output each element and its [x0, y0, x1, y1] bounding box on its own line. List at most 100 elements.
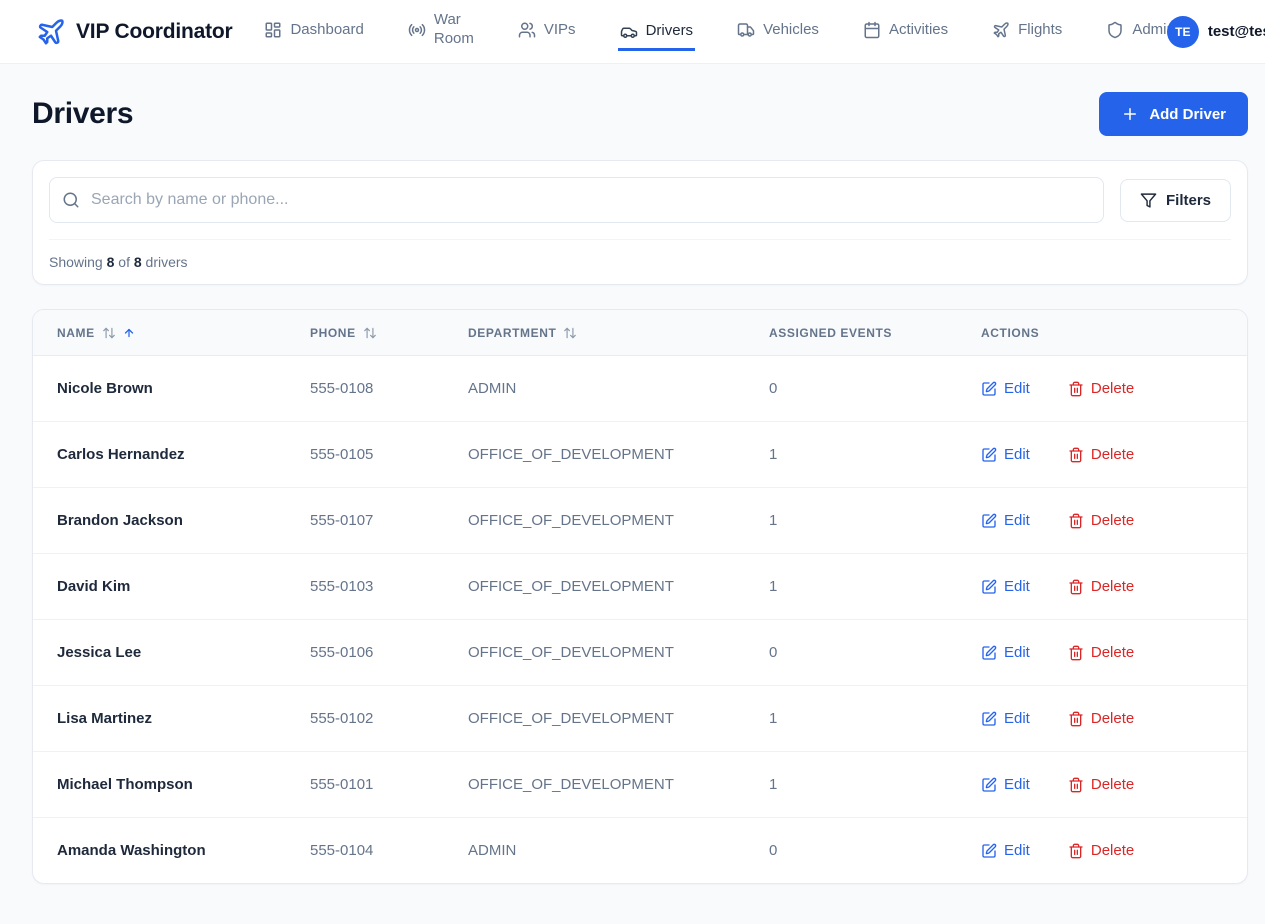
nav-item-drivers[interactable]: Drivers — [618, 12, 696, 51]
table-header-row: NAME PHONE — [33, 310, 1247, 356]
driver-assigned-events: 0 — [753, 620, 965, 686]
delete-button[interactable]: Delete — [1068, 644, 1134, 661]
row-actions: Edit Delete — [981, 578, 1231, 595]
trash-icon — [1068, 645, 1084, 661]
edit-button[interactable]: Edit — [981, 644, 1030, 661]
calendar-icon — [863, 21, 881, 39]
table-row: Lisa Martinez 555-0102 OFFICE_OF_DEVELOP… — [33, 686, 1247, 752]
driver-phone: 555-0103 — [294, 554, 452, 620]
driver-assigned-events: 1 — [753, 686, 965, 752]
delete-button[interactable]: Delete — [1068, 842, 1134, 859]
shield-icon — [1106, 21, 1124, 39]
plus-icon — [1121, 105, 1139, 123]
filters-label: Filters — [1166, 192, 1211, 209]
driver-phone: 555-0104 — [294, 818, 452, 884]
user-email: test@test.com — [1208, 23, 1265, 40]
brand: VIP Coordinator — [36, 17, 232, 47]
row-actions: Edit Delete — [981, 644, 1231, 661]
table-row: Brandon Jackson 555-0107 OFFICE_OF_DEVEL… — [33, 488, 1247, 554]
driver-phone: 555-0101 — [294, 752, 452, 818]
drivers-table-card: NAME PHONE — [32, 309, 1248, 884]
nav-item-war-room[interactable]: War Room — [406, 1, 476, 62]
row-actions: Edit Delete — [981, 842, 1231, 859]
edit-button[interactable]: Edit — [981, 578, 1030, 595]
edit-button[interactable]: Edit — [981, 380, 1030, 397]
nav-label: VIPs — [544, 21, 576, 40]
nav-item-vips[interactable]: VIPs — [516, 11, 578, 53]
add-driver-button[interactable]: Add Driver — [1099, 92, 1248, 136]
row-actions: Edit Delete — [981, 380, 1231, 397]
drivers-table: NAME PHONE — [33, 310, 1247, 883]
top-navigation-bar: VIP Coordinator Dashboard War Room VIPs … — [0, 0, 1265, 64]
delete-button[interactable]: Delete — [1068, 578, 1134, 595]
shown-count: 8 — [107, 254, 115, 270]
driver-assigned-events: 1 — [753, 554, 965, 620]
nav-item-flights[interactable]: Flights — [990, 11, 1064, 53]
driver-department: OFFICE_OF_DEVELOPMENT — [452, 488, 753, 554]
edit-button[interactable]: Edit — [981, 446, 1030, 463]
driver-name: Jessica Lee — [33, 620, 294, 686]
summary-text: Showing — [49, 254, 103, 270]
user-menu[interactable]: TE test@test.com — [1167, 16, 1265, 48]
delete-button[interactable]: Delete — [1068, 512, 1134, 529]
main-nav: Dashboard War Room VIPs Drivers Vehicles — [262, 1, 1176, 62]
edit-button[interactable]: Edit — [981, 512, 1030, 529]
edit-pencil-icon — [981, 843, 997, 859]
summary-text: of — [118, 254, 130, 270]
driver-assigned-events: 0 — [753, 818, 965, 884]
app-title: VIP Coordinator — [76, 20, 232, 44]
search-box — [49, 177, 1104, 223]
edit-pencil-icon — [981, 579, 997, 595]
driver-phone: 555-0107 — [294, 488, 452, 554]
driver-name: Brandon Jackson — [33, 488, 294, 554]
driver-department: ADMIN — [452, 818, 753, 884]
table-row: Jessica Lee 555-0106 OFFICE_OF_DEVELOPME… — [33, 620, 1247, 686]
sort-ascending-icon — [123, 327, 135, 339]
edit-pencil-icon — [981, 777, 997, 793]
row-actions: Edit Delete — [981, 710, 1231, 727]
delete-button[interactable]: Delete — [1068, 776, 1134, 793]
column-header-phone[interactable]: PHONE — [294, 310, 452, 356]
sort-arrows-icon — [563, 326, 577, 340]
column-header-department[interactable]: DEPARTMENT — [452, 310, 753, 356]
nav-item-dashboard[interactable]: Dashboard — [262, 11, 365, 53]
page-title: Drivers — [32, 97, 133, 131]
delete-button[interactable]: Delete — [1068, 446, 1134, 463]
edit-pencil-icon — [981, 711, 997, 727]
edit-button[interactable]: Edit — [981, 776, 1030, 793]
search-input[interactable] — [49, 177, 1104, 223]
nav-label: War Room — [434, 11, 474, 49]
plane-logo-icon — [36, 17, 66, 47]
driver-name: Carlos Hernandez — [33, 422, 294, 488]
filters-button[interactable]: Filters — [1120, 179, 1231, 222]
column-header-actions: ACTIONS — [965, 310, 1247, 356]
truck-icon — [737, 21, 755, 39]
nav-item-activities[interactable]: Activities — [861, 11, 950, 53]
row-actions: Edit Delete — [981, 776, 1231, 793]
driver-assigned-events: 1 — [753, 422, 965, 488]
column-header-name[interactable]: NAME — [33, 310, 294, 356]
delete-button[interactable]: Delete — [1068, 380, 1134, 397]
table-row: Carlos Hernandez 555-0105 OFFICE_OF_DEVE… — [33, 422, 1247, 488]
driver-assigned-events: 1 — [753, 752, 965, 818]
driver-name: Lisa Martinez — [33, 686, 294, 752]
results-summary: Showing 8 of 8 drivers — [49, 240, 1231, 270]
edit-pencil-icon — [981, 513, 997, 529]
nav-item-vehicles[interactable]: Vehicles — [735, 11, 821, 53]
trash-icon — [1068, 843, 1084, 859]
driver-phone: 555-0102 — [294, 686, 452, 752]
driver-phone: 555-0106 — [294, 620, 452, 686]
sort-arrows-icon — [363, 326, 377, 340]
edit-button[interactable]: Edit — [981, 710, 1030, 727]
drivers-page: Drivers Add Driver Filters — [0, 64, 1265, 884]
nav-label: Flights — [1018, 21, 1062, 40]
row-actions: Edit Delete — [981, 446, 1231, 463]
delete-button[interactable]: Delete — [1068, 710, 1134, 727]
trash-icon — [1068, 381, 1084, 397]
table-row: Michael Thompson 555-0101 OFFICE_OF_DEVE… — [33, 752, 1247, 818]
trash-icon — [1068, 513, 1084, 529]
trash-icon — [1068, 447, 1084, 463]
trash-icon — [1068, 711, 1084, 727]
summary-text: drivers — [146, 254, 188, 270]
edit-button[interactable]: Edit — [981, 842, 1030, 859]
